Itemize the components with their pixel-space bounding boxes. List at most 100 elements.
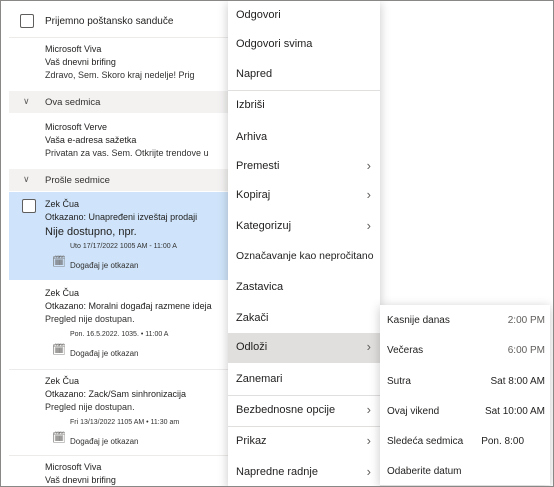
group-header-last-week[interactable]: ∨ Prošle sedmice: [9, 169, 231, 191]
menu-item-reply-all[interactable]: Odgovori svima: [228, 30, 380, 60]
event-time: Pon. 16.5.2022. 1035. • 11:00 A: [70, 331, 169, 338]
mail-sender: Microsoft Viva: [45, 462, 102, 472]
chevron-right-icon: ›: [366, 402, 371, 417]
mail-checkbox[interactable]: [22, 199, 36, 213]
menu-item-reply[interactable]: Odgovori: [228, 1, 380, 31]
snooze-time: Pon. 8:00: [481, 436, 524, 447]
event-card: 🗓 Pon. 16.5.2022. 1035. • 11:00 A Događa…: [45, 328, 225, 364]
event-time: Uto 17/17/2022 1005 AM - 11:00 A: [70, 243, 177, 250]
menu-label: Kopiraj: [236, 189, 271, 201]
mail-subject: Otkazano: Moralni događaj razmene ideja: [45, 301, 212, 311]
mail-subject: Vaš dnevni brifing: [45, 57, 116, 67]
group-label: Ova sedmica: [45, 97, 101, 108]
mail-subject: Otkazano: Unapređeni izveštaj prodaji: [45, 212, 198, 222]
menu-item-advanced-actions[interactable]: Napredne radnje ›: [228, 458, 380, 486]
mail-sender: Microsoft Viva: [45, 44, 102, 54]
snooze-tonight[interactable]: Večeras 6:00 PM: [380, 336, 550, 366]
mail-sender: Zek Čua: [45, 199, 80, 209]
chevron-down-icon: ∨: [23, 174, 30, 184]
menu-label: Zanemari: [236, 373, 283, 385]
divider: [9, 37, 231, 38]
snooze-tomorrow[interactable]: Sutra Sat 8:00 AM: [380, 367, 550, 397]
chevron-right-icon: ›: [366, 158, 371, 173]
menu-label: Napred: [236, 68, 273, 80]
snooze-label: Ovaj vikend: [387, 406, 440, 417]
event-status: Događaj je otkazan: [70, 349, 139, 358]
snooze-submenu: Kasnije danas 2:00 PM Večeras 6:00 PM Su…: [380, 305, 550, 485]
menu-item-copy[interactable]: Kopiraj ›: [228, 181, 380, 211]
mail-preview: Privatan za vas. Sem. Otkrijte trendove …: [45, 148, 209, 158]
select-all-checkbox[interactable]: [20, 14, 34, 28]
app-frame: Prijemno poštansko sanduče Microsoft Viv…: [0, 0, 554, 487]
snooze-this-weekend[interactable]: Ovaj vikend Sat 10:00 AM: [380, 397, 550, 427]
snooze-label: Odaberite datum: [387, 466, 462, 477]
chevron-right-icon: ›: [366, 218, 371, 233]
menu-label: Prikaz: [236, 435, 267, 447]
menu-label: Bezbednosne opcije: [236, 404, 336, 416]
mail-sender: Zek Čua: [45, 288, 80, 298]
menu-item-delete[interactable]: Izbriši: [228, 91, 380, 121]
calendar-cancel-icon: 🗓: [52, 344, 66, 356]
mail-subject: Vaš dnevni brifing: [45, 475, 116, 485]
group-label: Prošle sedmice: [45, 175, 110, 186]
chevron-down-icon: ∨: [23, 96, 30, 106]
snooze-time: 2:00 PM: [507, 315, 545, 326]
mail-sender: Zek Čua: [45, 376, 80, 386]
mail-item[interactable]: Zek Čua Otkazano: Moralni događaj razmen…: [9, 282, 231, 368]
mail-preview: Pregled nije dostupan.: [45, 402, 135, 412]
event-status: Događaj je otkazan: [70, 261, 139, 270]
mail-item[interactable]: Microsoft Viva Vaš dnevni brifing Zdravo…: [9, 39, 231, 89]
group-header-this-week[interactable]: ∨ Ova sedmica: [9, 91, 231, 113]
menu-label: Označavanje kao nepročitano: [236, 251, 374, 262]
mail-item[interactable]: Microsoft Verve Vaša e-adresa sažetka Pr…: [9, 115, 231, 165]
calendar-cancel-icon: 🗓: [52, 256, 66, 268]
mail-subject: Vaša e-adresa sažetka: [45, 135, 137, 145]
menu-item-mark-unread[interactable]: Označavanje kao nepročitano: [228, 243, 380, 273]
menu-item-ignore[interactable]: Zanemari: [228, 365, 380, 395]
folder-title: Prijemno poštansko sanduče: [45, 16, 174, 27]
menu-label: Arhiva: [236, 131, 268, 143]
mail-subject: Otkazano: Zack/Sam sinhronizacija: [45, 389, 187, 399]
menu-item-move[interactable]: Premesti ›: [228, 152, 380, 182]
mail-preview: Nije dostupno, npr.: [45, 226, 137, 238]
mail-sender: Microsoft Verve: [45, 122, 108, 132]
snooze-time: 6:00 PM: [507, 345, 545, 356]
menu-label: Napredne radnje: [236, 466, 318, 478]
menu-label: Zastavica: [236, 281, 284, 293]
calendar-cancel-icon: 🗓: [52, 432, 66, 444]
menu-item-categorize[interactable]: Kategorizuj ›: [228, 212, 380, 242]
menu-label: Zakači: [236, 312, 269, 324]
snooze-later-today[interactable]: Kasnije danas 2:00 PM: [380, 306, 550, 336]
menu-item-view[interactable]: Prikaz ›: [228, 427, 380, 457]
snooze-label: Sledeća sedmica: [387, 436, 464, 447]
chevron-right-icon: ›: [366, 464, 371, 479]
menu-label: Premesti: [236, 160, 280, 172]
mail-item[interactable]: Zek Čua Otkazano: Zack/Sam sinhronizacij…: [9, 370, 231, 454]
event-card: 🗓 Uto 17/17/2022 1005 AM - 11:00 A Događ…: [45, 240, 225, 276]
menu-item-archive[interactable]: Arhiva: [228, 123, 380, 153]
snooze-label: Sutra: [387, 376, 411, 387]
snooze-next-week[interactable]: Sledeća sedmica Pon. 8:00: [380, 427, 550, 457]
snooze-choose-date[interactable]: Odaberite datum: [380, 457, 550, 486]
mail-item-selected[interactable]: Zek Čua Otkazano: Unapređeni izveštaj pr…: [9, 192, 231, 280]
menu-item-security-options[interactable]: Bezbednosne opcije ›: [228, 396, 380, 426]
snooze-label: Večeras: [387, 345, 424, 356]
chevron-right-icon: ›: [366, 187, 371, 202]
menu-label: Izbriši: [236, 99, 265, 111]
mail-preview: Pregled nije dostupan.: [45, 314, 135, 324]
menu-item-flag[interactable]: Zastavica: [228, 273, 380, 303]
menu-item-forward[interactable]: Napred: [228, 60, 380, 90]
snooze-time: Sat 8:00 AM: [490, 376, 545, 387]
chevron-right-icon: ›: [366, 433, 371, 448]
event-status: Događaj je otkazan: [70, 437, 139, 446]
list-header: Prijemno poštansko sanduče: [9, 5, 231, 37]
mail-item[interactable]: Microsoft Viva Vaš dnevni brifing: [9, 456, 231, 485]
snooze-label: Kasnije danas: [387, 315, 450, 326]
menu-item-pin[interactable]: Zakači: [228, 304, 380, 334]
menu-item-snooze[interactable]: Odloži ›: [228, 333, 380, 363]
menu-label: Odloži: [236, 341, 268, 353]
event-card: 🗓 Fri 13/13/2022 1105 AM • 11:30 am Doga…: [45, 416, 225, 452]
menu-label: Odgovori: [236, 9, 281, 21]
event-time: Fri 13/13/2022 1105 AM • 11:30 am: [70, 419, 180, 426]
mail-preview: Zdravo, Sem. Skoro kraj nedelje! Prig: [45, 70, 195, 80]
